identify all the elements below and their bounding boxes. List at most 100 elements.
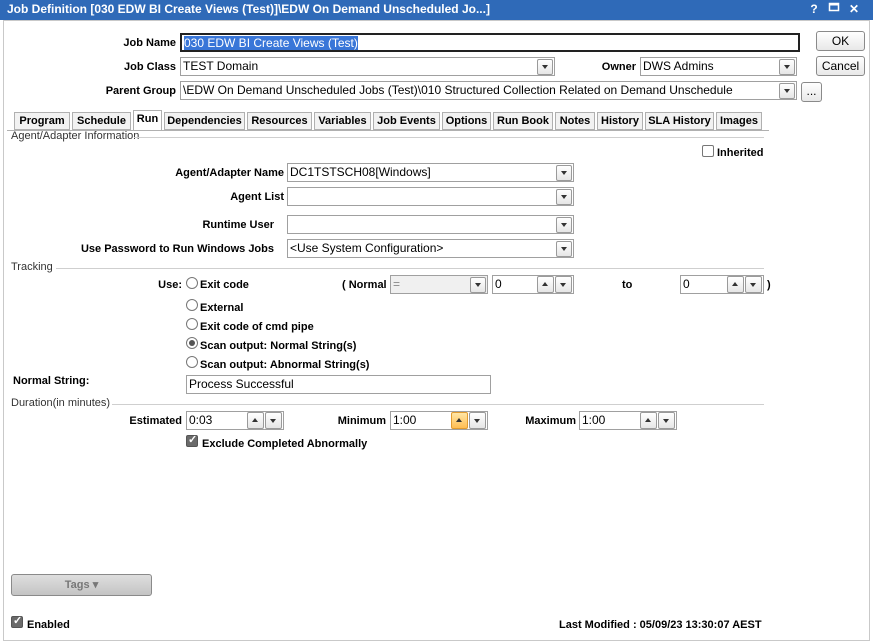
tab-options[interactable]: Options — [442, 112, 491, 130]
chevron-down-icon[interactable] — [469, 412, 486, 429]
help-icon[interactable]: ? — [806, 1, 822, 17]
chevron-down-icon[interactable] — [265, 412, 282, 429]
chevron-down-icon[interactable] — [779, 83, 795, 99]
job-name-input[interactable]: 030 EDW BI Create Views (Test) — [180, 33, 800, 52]
radio-scan-abnormal[interactable] — [186, 356, 198, 368]
cancel-button[interactable]: Cancel — [816, 56, 865, 76]
chevron-up-icon[interactable] — [247, 412, 264, 429]
tab-resources[interactable]: Resources — [247, 112, 312, 130]
agent-name-select[interactable]: DC1TSTSCH08[Windows] — [287, 163, 574, 182]
chevron-down-icon[interactable] — [537, 59, 553, 75]
runtime-user-select[interactable] — [287, 215, 574, 234]
tab-dependencies[interactable]: Dependencies — [164, 112, 245, 130]
job-name-value: 030 EDW BI Create Views (Test) — [184, 36, 358, 50]
agent-name-label: Agent/Adapter Name — [175, 167, 284, 179]
chevron-down-icon[interactable] — [470, 277, 486, 293]
chevron-down-icon[interactable] — [658, 412, 675, 429]
divider — [112, 404, 764, 405]
tab-images[interactable]: Images — [716, 112, 762, 130]
job-class-value: TEST Domain — [183, 59, 259, 73]
parent-group-label: Parent Group — [105, 85, 176, 97]
maximum-label: Maximum — [525, 415, 576, 427]
agent-list-select[interactable] — [287, 187, 574, 206]
runtime-user-label: Runtime User — [202, 219, 274, 231]
job-class-label: Job Class — [124, 61, 176, 73]
minimum-label: Minimum — [337, 415, 386, 427]
agent-name-value: DC1TSTSCH08[Windows] — [290, 165, 431, 179]
chevron-up-icon[interactable] — [537, 276, 554, 293]
owner-select[interactable]: DWS Admins — [640, 57, 797, 76]
divider — [134, 137, 764, 138]
chevron-down-icon[interactable] — [556, 189, 572, 205]
chevron-down-icon[interactable] — [556, 241, 572, 257]
radio-exit-code[interactable] — [186, 277, 198, 289]
use-label: Use: — [158, 279, 182, 291]
option-external-label: External — [200, 302, 244, 314]
agent-list-label: Agent List — [230, 191, 284, 203]
use-password-select[interactable]: <Use System Configuration> — [287, 239, 574, 258]
title-bar: Job Definition [030 EDW BI Create Views … — [0, 0, 873, 20]
operator-value: = — [393, 277, 401, 291]
exit-to-value: 0 — [683, 277, 690, 291]
normal-label: ( Normal — [342, 279, 387, 291]
window-title: Job Definition [030 EDW BI Create Views … — [7, 2, 490, 16]
job-class-select[interactable]: TEST Domain — [180, 57, 555, 76]
radio-scan-normal[interactable] — [186, 337, 198, 349]
enabled-checkbox[interactable] — [11, 614, 23, 628]
radio-exit-code-pipe[interactable] — [186, 318, 198, 330]
chevron-up-icon[interactable] — [451, 412, 468, 429]
tab-job-events[interactable]: Job Events — [373, 112, 440, 130]
exit-from-input[interactable]: 0 — [492, 275, 574, 294]
option-scan-normal-label: Scan output: Normal String(s) — [200, 340, 357, 352]
tab-run[interactable]: Run — [133, 110, 162, 131]
chevron-down-icon[interactable] — [556, 217, 572, 233]
exclude-abnormal-label: Exclude Completed Abnormally — [202, 438, 368, 450]
ok-button[interactable]: OK — [816, 31, 865, 51]
chevron-down-icon[interactable] — [779, 59, 795, 75]
tab-variables[interactable]: Variables — [314, 112, 371, 130]
estimated-label: Estimated — [129, 415, 182, 427]
chevron-down-icon[interactable] — [745, 276, 762, 293]
tab-program[interactable]: Program — [14, 112, 70, 130]
divider — [56, 268, 764, 269]
chevron-up-icon[interactable] — [640, 412, 657, 429]
dialog-body: Job Name 030 EDW BI Create Views (Test) … — [3, 20, 870, 641]
normal-string-label: Normal String: — [13, 375, 90, 387]
owner-value: DWS Admins — [643, 59, 714, 73]
maximize-icon[interactable] — [826, 1, 842, 17]
inherited-checkbox[interactable] — [702, 145, 714, 157]
maximum-input[interactable]: 1:00 — [579, 411, 677, 430]
exit-to-input[interactable]: 0 — [680, 275, 764, 294]
option-exit-code-pipe-label: Exit code of cmd pipe — [200, 321, 314, 333]
estimated-input[interactable]: 0:03 — [186, 411, 284, 430]
minimum-input[interactable]: 1:00 — [390, 411, 488, 430]
normal-string-input[interactable]: Process Successful — [186, 375, 491, 394]
option-exit-code-label: Exit code — [200, 279, 249, 291]
tab-run-book[interactable]: Run Book — [493, 112, 553, 130]
use-password-value: <Use System Configuration> — [290, 241, 444, 255]
owner-label: Owner — [601, 61, 636, 73]
close-icon[interactable]: ✕ — [846, 1, 862, 17]
estimated-value: 0:03 — [189, 413, 213, 427]
tab-schedule[interactable]: Schedule — [72, 112, 131, 130]
use-password-label: Use Password to Run Windows Jobs — [80, 243, 274, 255]
exit-from-value: 0 — [495, 277, 502, 291]
chevron-down-icon[interactable] — [556, 165, 572, 181]
close-paren: ) — [767, 279, 771, 291]
job-name-label: Job Name — [123, 37, 176, 49]
agent-section-title: Agent/Adapter Information — [11, 130, 140, 142]
tab-sla-history[interactable]: SLA History — [645, 112, 714, 130]
operator-select[interactable]: = — [390, 275, 488, 294]
tab-history[interactable]: History — [597, 112, 643, 130]
exclude-abnormal-checkbox[interactable] — [186, 433, 198, 447]
enabled-label: Enabled — [27, 619, 70, 631]
parent-group-select[interactable]: \EDW On Demand Unscheduled Jobs (Test)\0… — [180, 81, 797, 100]
chevron-down-icon[interactable] — [555, 276, 572, 293]
maximum-value: 1:00 — [582, 413, 606, 427]
normal-string-value: Process Successful — [189, 377, 294, 391]
browse-button[interactable]: ... — [801, 82, 822, 102]
tab-notes[interactable]: Notes — [555, 112, 595, 130]
radio-external[interactable] — [186, 299, 198, 311]
tags-button[interactable]: Tags ▾ — [11, 574, 152, 596]
chevron-up-icon[interactable] — [727, 276, 744, 293]
